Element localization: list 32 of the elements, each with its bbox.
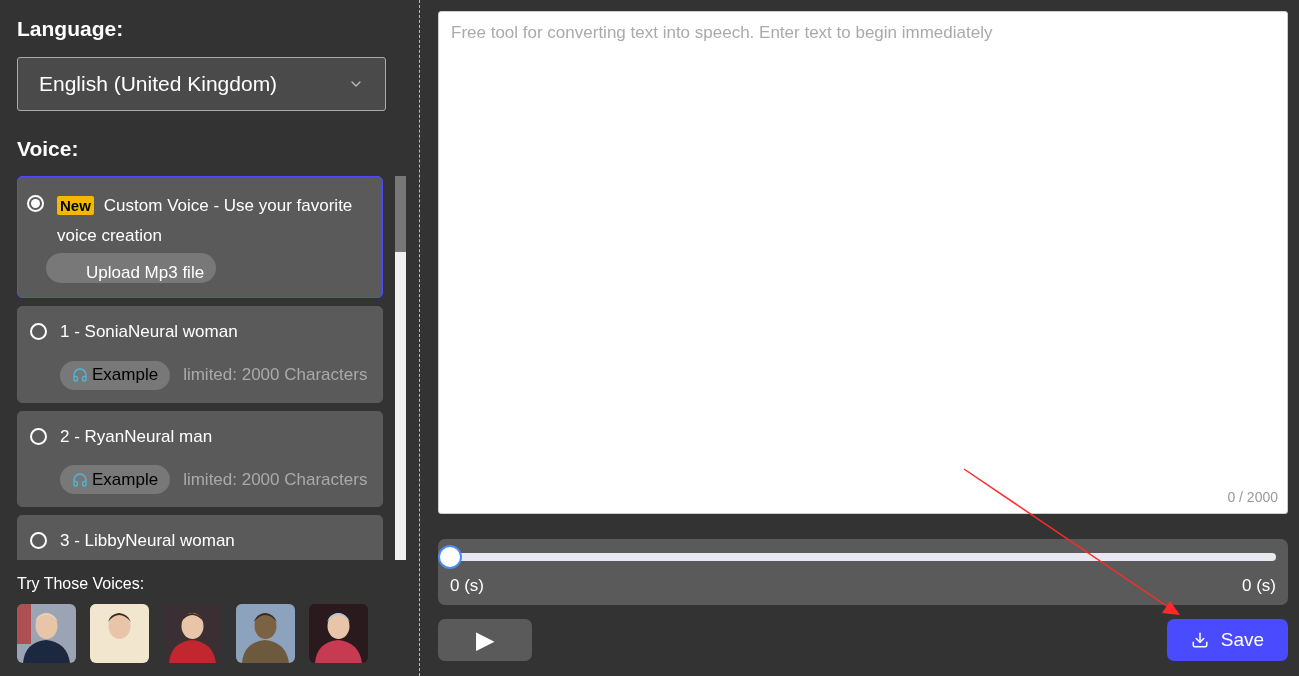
example-button[interactable]: Example [60, 465, 171, 494]
download-icon [1190, 631, 1209, 649]
headphones-icon [72, 471, 88, 488]
voice-title: New Custom Voice - Use your favorite voice creation [57, 195, 354, 247]
voice-card[interactable]: 1 - SoniaNeural woman Example limited: 2000 Characters [17, 306, 383, 403]
radio-button[interactable] [27, 195, 44, 212]
total-time: 0 (s) [1242, 575, 1276, 597]
scrollbar[interactable] [395, 176, 406, 560]
try-voices-label: Try Those Voices: [17, 574, 146, 594]
save-button[interactable]: Save [1167, 619, 1288, 661]
language-dropdown[interactable]: English (United Kingdom) [17, 56, 386, 111]
play-button[interactable]: ▶ [438, 619, 532, 661]
voice-title: 1 - SoniaNeural woman [60, 321, 238, 343]
limit-text: limited: 2000 Characters [183, 364, 368, 387]
language-label: Language: [17, 16, 125, 42]
headphones-icon [72, 367, 88, 383]
radio-button[interactable] [30, 427, 47, 445]
radio-button[interactable] [30, 323, 47, 341]
voice-card[interactable]: New Custom Voice - Use your favorite voice creation Upload Mp3 file [17, 176, 383, 298]
character-counter: 0 / 2000 [1227, 488, 1278, 507]
voice-title: 2 - RyanNeural man [60, 425, 213, 448]
voice-card[interactable]: 2 - RyanNeural man Example limited: 2000 Characters [17, 410, 383, 507]
voice-label: Voice: [17, 135, 80, 162]
limit-text: limited: 2000 Characters [183, 468, 368, 491]
new-badge: New [57, 196, 94, 215]
radio-button[interactable] [30, 532, 47, 550]
example-button[interactable]: Example [60, 360, 171, 390]
slider-thumb[interactable] [438, 545, 462, 569]
voice-title: 3 - LibbyNeural woman [60, 530, 235, 552]
voice-card[interactable]: 3 - LibbyNeural woman [17, 515, 383, 560]
current-time: 0 (s) [450, 575, 484, 597]
upload-button[interactable]: Upload Mp3 file [46, 253, 217, 283]
